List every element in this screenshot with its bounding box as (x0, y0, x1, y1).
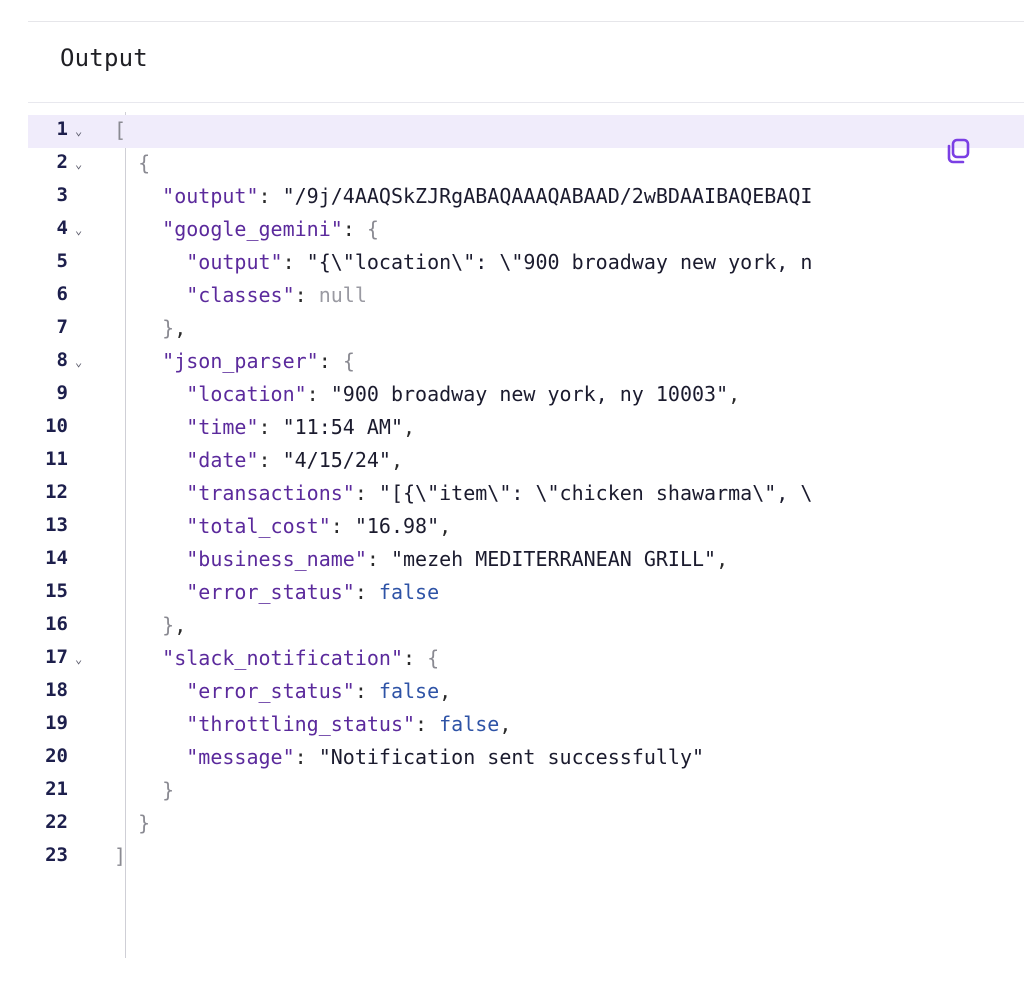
line-text: "error_status": false (186, 580, 440, 604)
copy-icon[interactable] (944, 137, 972, 167)
code-lines: 1 ⌄ [2 ⌄ {3 "output": "/9j/4AAQSkZJRgABAQAA… (28, 115, 1024, 874)
line-number: 18 (45, 679, 68, 701)
chevron-down-icon[interactable]: ⌄ (75, 652, 82, 666)
line-number: 3 (56, 184, 68, 206)
code-line[interactable]: 10 "time": "11:54 AM", (28, 412, 1024, 445)
line-number: 17 (45, 646, 68, 668)
line-text: "output": "/9j/4AAQSkZJRgABAQAAAQABAAD/2… (162, 184, 813, 208)
line-text: "date": "4/15/24", (186, 448, 404, 472)
code-line[interactable]: 23] (28, 841, 1024, 874)
code-line[interactable]: 19 "throttling_status": false, (28, 709, 1024, 742)
line-number: 5 (56, 250, 68, 272)
line-text: "total_cost": "16.98", (186, 514, 452, 538)
code-line[interactable]: 22 } (28, 808, 1024, 841)
code-line[interactable]: 13 "total_cost": "16.98", (28, 511, 1024, 544)
json-output-editor[interactable]: 1 ⌄ [2 ⌄ {3 "output": "/9j/4AAQSkZJRgABAQAA… (28, 102, 1024, 962)
line-text: "slack_notification": { (162, 646, 440, 670)
line-text: "google_gemini": { (162, 217, 379, 241)
line-number: 15 (45, 580, 68, 602)
line-number: 23 (45, 844, 68, 866)
chevron-down-icon[interactable]: ⌄ (75, 124, 82, 138)
line-number: 2 (56, 151, 68, 173)
line-number: 6 (56, 283, 68, 305)
line-text: "transactions": "[{\"item\": \"chicken s… (186, 481, 813, 505)
line-text: }, (162, 613, 187, 637)
code-line[interactable]: 5 "output": "{\"location\": \"900 broadw… (28, 247, 1024, 280)
code-line[interactable]: 20 "message": "Notification sent success… (28, 742, 1024, 775)
code-line[interactable]: 12 "transactions": "[{\"item\": \"chicke… (28, 478, 1024, 511)
code-line[interactable]: 2 ⌄ { (28, 148, 1024, 181)
panel-title: Output (60, 44, 148, 72)
top-divider (28, 21, 1024, 22)
line-number: 12 (45, 481, 68, 503)
code-line[interactable]: 9 "location": "900 broadway new york, ny… (28, 379, 1024, 412)
line-text: "classes": null (186, 283, 367, 307)
line-text: "time": "11:54 AM", (186, 415, 416, 439)
chevron-down-icon[interactable]: ⌄ (75, 355, 82, 369)
line-number: 14 (45, 547, 68, 569)
line-text: { (138, 151, 151, 175)
line-number: 7 (56, 316, 68, 338)
editor-top-border (28, 102, 1024, 103)
line-number: 10 (45, 415, 68, 437)
line-number: 8 (56, 349, 68, 371)
line-number: 22 (45, 811, 68, 833)
line-text: }, (162, 316, 187, 340)
line-number: 20 (45, 745, 68, 767)
line-text: "error_status": false, (186, 679, 452, 703)
code-line[interactable]: 16 }, (28, 610, 1024, 643)
code-line[interactable]: 21 } (28, 775, 1024, 808)
code-line[interactable]: 15 "error_status": false (28, 577, 1024, 610)
code-line[interactable]: 1 ⌄ [ (28, 115, 1024, 148)
code-line[interactable]: 8 ⌄ "json_parser": { (28, 346, 1024, 379)
code-line[interactable]: 11 "date": "4/15/24", (28, 445, 1024, 478)
line-text: } (138, 811, 151, 835)
line-number: 13 (45, 514, 68, 536)
code-line[interactable]: 17 ⌄ "slack_notification": { (28, 643, 1024, 676)
line-number: 9 (56, 382, 68, 404)
line-text: [ (114, 118, 127, 142)
line-number: 4 (56, 217, 68, 239)
line-text: "json_parser": { (162, 349, 355, 373)
code-line[interactable]: 4 ⌄ "google_gemini": { (28, 214, 1024, 247)
chevron-down-icon[interactable]: ⌄ (75, 223, 82, 237)
line-text: ] (114, 844, 127, 868)
line-text: "location": "900 broadway new york, ny 1… (186, 382, 741, 406)
code-line[interactable]: 3 "output": "/9j/4AAQSkZJRgABAQAAAQABAAD… (28, 181, 1024, 214)
line-number: 19 (45, 712, 68, 734)
line-number: 16 (45, 613, 68, 635)
code-line[interactable]: 14 "business_name": "mezeh MEDITERRANEAN… (28, 544, 1024, 577)
code-line[interactable]: 6 "classes": null (28, 280, 1024, 313)
line-text: "business_name": "mezeh MEDITERRANEAN GR… (186, 547, 729, 571)
chevron-down-icon[interactable]: ⌄ (75, 157, 82, 171)
line-number: 1 (56, 118, 68, 140)
line-text: "output": "{\"location\": \"900 broadway… (186, 250, 813, 274)
line-number: 11 (45, 448, 68, 470)
code-line[interactable]: 7 }, (28, 313, 1024, 346)
line-text: "throttling_status": false, (186, 712, 512, 736)
line-text: } (162, 778, 175, 802)
code-line[interactable]: 18 "error_status": false, (28, 676, 1024, 709)
line-text: "message": "Notification sent successful… (186, 745, 705, 769)
line-number: 21 (45, 778, 68, 800)
